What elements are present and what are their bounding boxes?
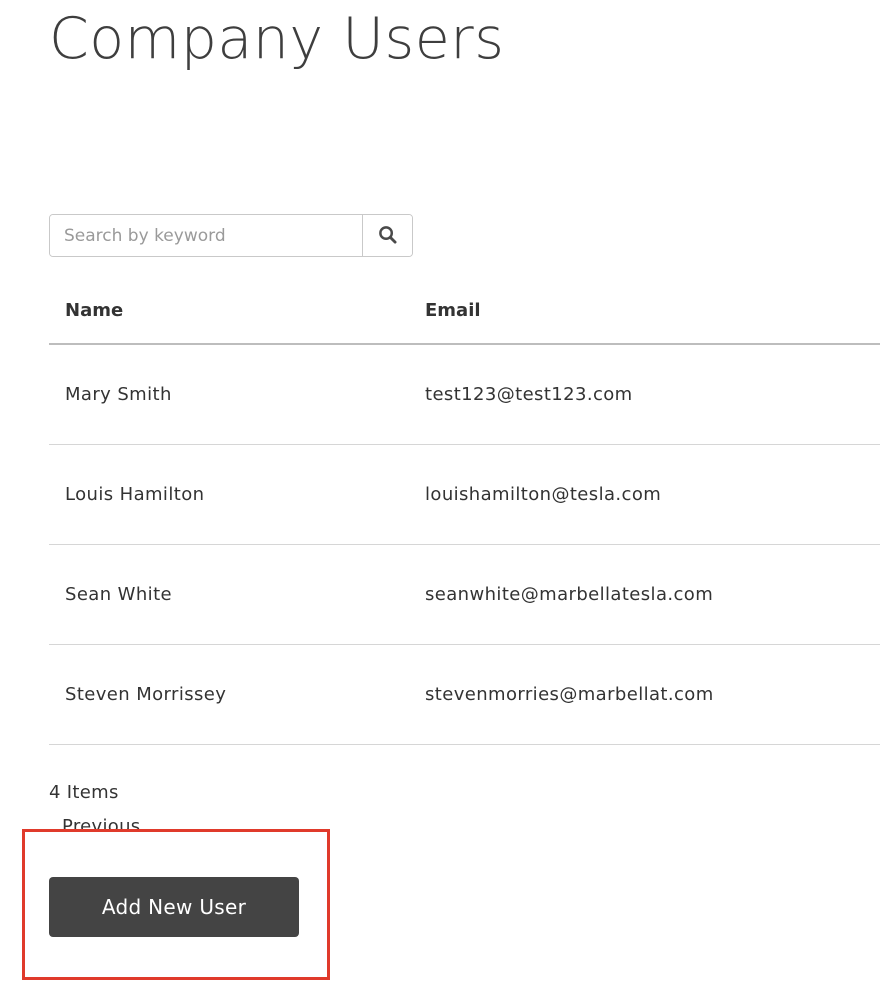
column-header-name[interactable]: Name bbox=[49, 278, 409, 345]
company-users-page: Company Users Name Email Mary Smith test… bbox=[0, 0, 880, 994]
user-email-cell: stevenmorries@marbellat.com bbox=[409, 644, 880, 745]
search-input[interactable] bbox=[50, 215, 362, 256]
page-title: Company Users bbox=[49, 6, 505, 72]
table-row[interactable]: Sean White seanwhite@marbellatesla.com bbox=[49, 544, 880, 645]
add-new-user-button[interactable]: Add New User bbox=[49, 877, 299, 937]
users-table: Name Email Mary Smith test123@test123.co… bbox=[49, 278, 880, 745]
table-row[interactable]: Steven Morrissey stevenmorries@marbellat… bbox=[49, 644, 880, 745]
user-name-cell: Louis Hamilton bbox=[49, 444, 409, 545]
column-header-email[interactable]: Email bbox=[409, 278, 880, 345]
search-bar bbox=[49, 214, 413, 257]
table-row[interactable]: Louis Hamilton louishamilton@tesla.com bbox=[49, 444, 880, 545]
user-email-cell: louishamilton@tesla.com bbox=[409, 444, 880, 545]
user-email-cell: seanwhite@marbellatesla.com bbox=[409, 544, 880, 645]
table-row[interactable]: Mary Smith test123@test123.com bbox=[49, 344, 880, 445]
user-email-cell: test123@test123.com bbox=[409, 344, 880, 445]
user-name-cell: Sean White bbox=[49, 544, 409, 645]
search-button[interactable] bbox=[362, 215, 412, 256]
search-icon bbox=[378, 225, 397, 247]
table-header-row: Name Email bbox=[49, 278, 880, 345]
user-name-cell: Steven Morrissey bbox=[49, 644, 409, 745]
user-name-cell: Mary Smith bbox=[49, 344, 409, 445]
items-count: 4 Items bbox=[49, 782, 119, 803]
